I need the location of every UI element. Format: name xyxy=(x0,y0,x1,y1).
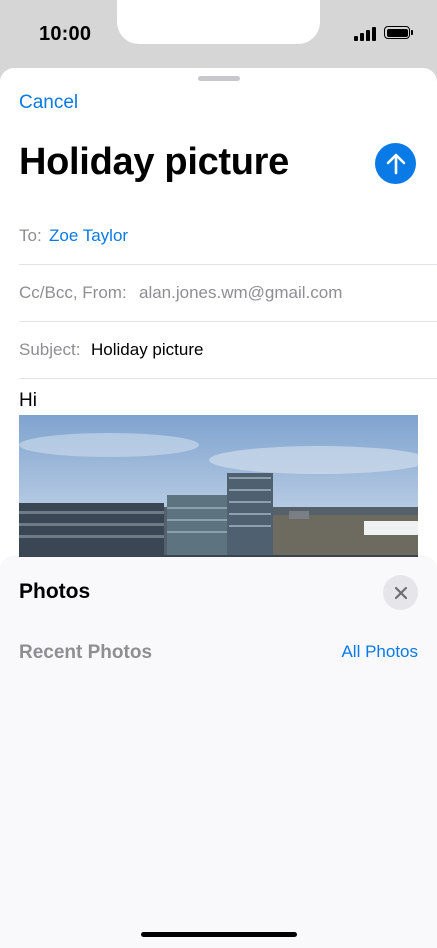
notch xyxy=(117,0,320,44)
recent-photos-label: Recent Photos xyxy=(19,642,153,663)
close-button[interactable] xyxy=(383,575,418,610)
cancel-button[interactable]: Cancel xyxy=(19,92,78,114)
compose-sheet: Cancel Holiday picture To: Zoe Taylor Cc… xyxy=(0,68,437,948)
message-body[interactable]: Hi xyxy=(19,390,37,412)
cellular-signal-icon xyxy=(354,27,376,41)
send-button[interactable] xyxy=(375,143,416,184)
all-photos-link[interactable]: All Photos xyxy=(341,642,418,662)
cc-bcc-from-label: Cc/Bcc, From: xyxy=(19,283,127,302)
mail-subject-title: Holiday picture xyxy=(19,141,289,183)
attached-photo[interactable] xyxy=(19,415,418,575)
sheet-grabber[interactable] xyxy=(198,76,240,81)
subject-field[interactable]: Subject: Holiday picture xyxy=(19,322,437,379)
subject-label: Subject: xyxy=(19,340,81,359)
photos-panel: Photos Recent Photos All Photos xyxy=(0,557,437,948)
to-recipient[interactable]: Zoe Taylor xyxy=(49,226,128,246)
photos-panel-title: Photos xyxy=(19,580,91,603)
home-indicator[interactable] xyxy=(141,932,297,937)
to-field[interactable]: To: Zoe Taylor xyxy=(19,208,437,265)
status-time: 10:00 xyxy=(39,23,92,45)
from-address[interactable]: alan.jones.wm@gmail.com xyxy=(139,283,342,303)
arrow-up-icon xyxy=(386,153,405,174)
cc-bcc-from-field[interactable]: Cc/Bcc, From: alan.jones.wm@gmail.com xyxy=(19,265,437,322)
close-icon xyxy=(394,586,407,599)
to-label: To: xyxy=(19,226,42,245)
status-bar: 10:00 xyxy=(0,0,437,70)
subject-input[interactable]: Holiday picture xyxy=(91,340,203,360)
battery-icon xyxy=(384,26,413,39)
